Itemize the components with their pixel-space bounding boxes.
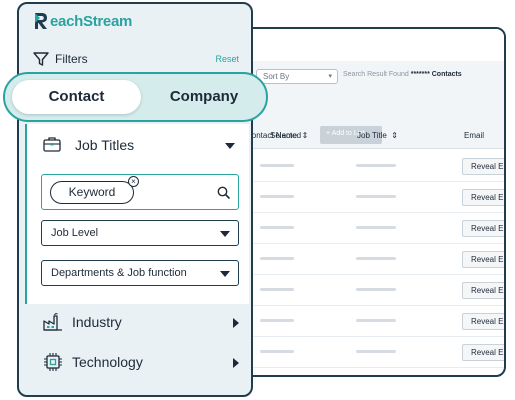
table-header: Contact Name ⇕ Job Title ⇕ Email (216, 121, 504, 151)
table-row: Reveal Email (216, 337, 504, 368)
funnel-icon (33, 52, 49, 66)
blurred-title (356, 319, 396, 322)
keyword-input[interactable]: Keyword × (41, 174, 239, 210)
table-row: Reveal Email (216, 182, 504, 213)
sort-by-select[interactable]: Sort By ▾ (256, 69, 338, 84)
col-contact-name[interactable]: Contact Name ⇕ (246, 131, 308, 140)
blurred-title (356, 288, 396, 291)
chevron-down-icon: ▾ (328, 73, 332, 80)
job-titles-header[interactable]: Job Titles (27, 124, 249, 164)
technology-label: Technology (72, 354, 143, 370)
result-count: Search Result Found ******* Contacts (343, 71, 462, 78)
toggle-option-company[interactable]: Company (145, 80, 263, 114)
close-icon[interactable]: × (128, 176, 139, 187)
reveal-email-button[interactable]: Reveal Email (462, 344, 504, 361)
search-icon[interactable] (217, 186, 230, 199)
factory-icon (43, 313, 62, 331)
caret-down-icon (225, 143, 235, 149)
results-topbar (216, 29, 504, 61)
keyword-chip[interactable]: Keyword × (50, 176, 139, 204)
industry-label: Industry (72, 314, 122, 330)
blurred-name (260, 319, 294, 322)
reveal-email-button[interactable]: Reveal Email (462, 220, 504, 237)
logo-mark-icon (35, 13, 47, 29)
caret-right-icon (233, 318, 239, 328)
logo-wordmark: eachStream (50, 12, 133, 30)
col-job-title[interactable]: Job Title ⇕ (357, 131, 398, 140)
blurred-title (356, 350, 396, 353)
blurred-name (260, 226, 294, 229)
table-row: Reveal Email (216, 306, 504, 337)
filter-panel: eachStream Filters Reset Job Titles Keyw… (17, 2, 253, 397)
blurred-name (260, 195, 294, 198)
chip-icon (44, 353, 62, 371)
job-level-select[interactable]: Job Level (41, 220, 239, 246)
contact-company-toggle: Contact Company (3, 72, 268, 122)
filters-title: Filters (55, 52, 88, 66)
blurred-title (356, 164, 396, 167)
sidebar-item-industry[interactable]: Industry (43, 308, 239, 336)
blurred-name (260, 164, 294, 167)
caret-right-icon (233, 358, 239, 368)
table-row: Reveal Email (216, 213, 504, 244)
caret-down-icon (220, 271, 230, 277)
screen: Sort By ▾ Search Result Found ******* Co… (0, 0, 515, 400)
blurred-name (260, 350, 294, 353)
blurred-title (356, 226, 396, 229)
table-row: Reveal Email (216, 244, 504, 275)
departments-select[interactable]: Departments & Job function (41, 260, 239, 286)
blurred-title (356, 257, 396, 260)
blurred-name (260, 288, 294, 291)
caret-down-icon (220, 231, 230, 237)
reset-link[interactable]: Reset (215, 54, 239, 64)
reachstream-logo: eachStream (33, 12, 132, 30)
reveal-email-button[interactable]: Reveal Email (462, 251, 504, 268)
toggle-option-contact[interactable]: Contact (12, 80, 141, 114)
sort-by-label: Sort By (263, 72, 290, 81)
reveal-email-button[interactable]: Reveal Email (462, 313, 504, 330)
job-titles-section: Job Titles Keyword × Job Level Departmen… (25, 124, 249, 304)
blurred-title (356, 195, 396, 198)
briefcase-icon (43, 137, 61, 152)
filters-header: Filters Reset (33, 50, 239, 68)
results-table-body: Reveal Email Reveal Email Reveal Email R… (216, 151, 504, 368)
reveal-email-button[interactable]: Reveal Email (462, 282, 504, 299)
table-row: Reveal Email (216, 275, 504, 306)
blurred-name (260, 257, 294, 260)
reveal-email-button[interactable]: Reveal Email (462, 158, 504, 175)
col-email: Email (464, 131, 485, 140)
sidebar-item-technology[interactable]: Technology (43, 348, 239, 376)
table-row: Reveal Email (216, 151, 504, 182)
reveal-email-button[interactable]: Reveal Email (462, 189, 504, 206)
job-titles-label: Job Titles (75, 137, 135, 153)
